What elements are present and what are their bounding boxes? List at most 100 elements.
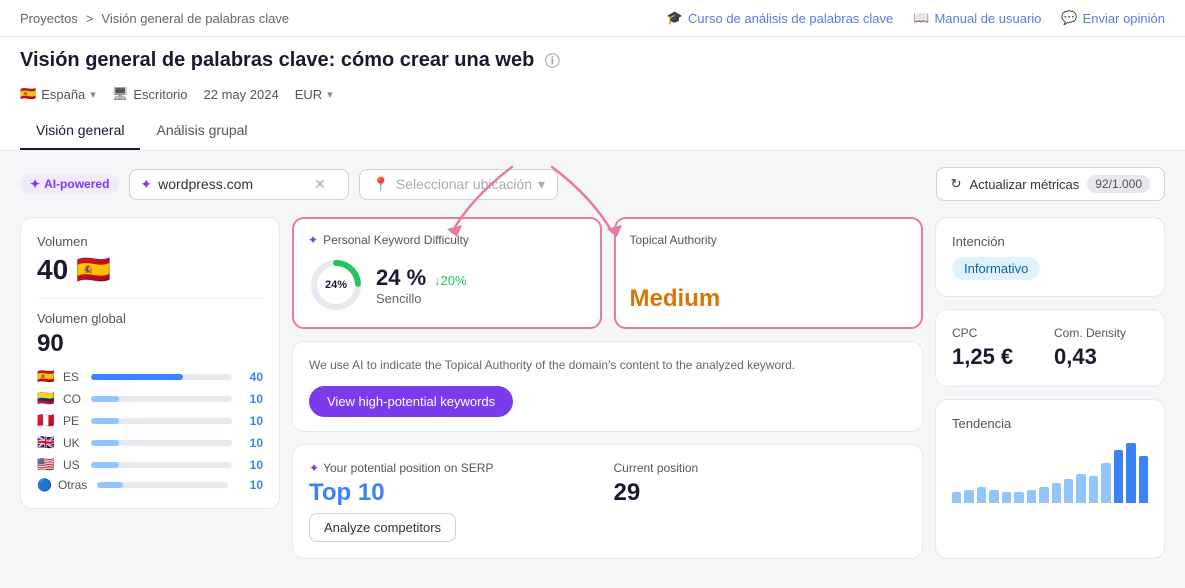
- meta-row: 🇪🇸 España ▾ 🖥 Escritorio 22 may 2024 EUR…: [20, 80, 1165, 108]
- donut-chart: 24%: [308, 257, 364, 313]
- serp-potential-label: ✦ Your potential position on SERP: [309, 461, 602, 475]
- trend-bar-14: [1126, 443, 1135, 503]
- volume-value: 40 🇪🇸: [37, 253, 263, 286]
- global-volume-label: Volumen global: [37, 311, 263, 326]
- right-column: Intención Informativo CPC 1,25 € Com. De…: [935, 217, 1165, 559]
- trend-bar-1: [964, 490, 973, 503]
- breadcrumb-sep: >: [86, 11, 94, 26]
- trend-bar-12: [1101, 463, 1110, 503]
- serp-potential-value: Top 10: [309, 479, 602, 507]
- bar-fill-pe: [91, 418, 119, 424]
- message-icon: 💬: [1061, 10, 1077, 26]
- trend-bar-8: [1052, 483, 1061, 503]
- tabs-row: Visión general Análisis grupal: [20, 112, 1165, 150]
- breadcrumb: Proyectos > Visión general de palabras c…: [20, 11, 289, 26]
- pkd-card: ✦ Personal Keyword Difficulty 24%: [292, 217, 602, 329]
- pkd-label: ✦ Personal Keyword Difficulty: [308, 233, 586, 247]
- page-title: Visión general de palabras clave: cómo c…: [20, 49, 1165, 72]
- bar-track-pe: [91, 418, 232, 424]
- main-content: ✦ AI-powered ✦ ✕ 📍 Seleccionar ubicación…: [0, 151, 1185, 575]
- info-icon[interactable]: ⓘ: [545, 53, 560, 70]
- info-text: We use AI to indicate the Topical Author…: [309, 356, 906, 374]
- country-row-pe: 🇵🇪 PE 10: [37, 412, 263, 429]
- cpc-value: 1,25 €: [952, 344, 1046, 370]
- density-label: Com. Density: [1054, 326, 1148, 340]
- spain-flag-2: 🇪🇸: [76, 253, 111, 286]
- chevron-down-icon: ▾: [90, 88, 96, 101]
- global-volume-value: 90: [37, 330, 263, 358]
- country-row-us: 🇺🇸 US 10: [37, 456, 263, 473]
- spark-icon-pkd: ✦: [308, 233, 318, 247]
- analyze-competitors-button[interactable]: Analyze competitors: [309, 513, 456, 542]
- country-row-co: 🇨🇴 CO 10: [37, 390, 263, 407]
- plus-icon: ✦: [140, 176, 152, 193]
- intent-card: Intención Informativo: [935, 217, 1165, 297]
- metrics-row: ✦ Personal Keyword Difficulty 24%: [292, 217, 923, 329]
- trend-bar-6: [1027, 490, 1036, 503]
- trend-bar-4: [1002, 492, 1011, 503]
- trend-bar-5: [1014, 492, 1023, 503]
- currency-selector[interactable]: EUR ▾: [295, 87, 333, 102]
- location-icon: 📍: [372, 176, 389, 193]
- refresh-icon: ↻: [951, 176, 962, 192]
- update-metrics-button[interactable]: ↻ Actualizar métricas 92/1.000: [936, 167, 1165, 201]
- tab-analisis-grupal[interactable]: Análisis grupal: [140, 112, 263, 150]
- location-selector[interactable]: 📍 Seleccionar ubicación ▾: [359, 169, 558, 200]
- monitor-icon: 🖥: [112, 86, 129, 102]
- high-potential-button[interactable]: View high-potential keywords: [309, 386, 513, 417]
- serp-potential: ✦ Your potential position on SERP Top 10…: [309, 461, 602, 542]
- graduation-icon: 🎓: [667, 10, 683, 26]
- manual-link[interactable]: 📖 Manual de usuario: [913, 10, 1041, 26]
- tab-vision-general[interactable]: Visión general: [20, 112, 140, 150]
- bar-fill-co: [91, 396, 119, 402]
- curso-link[interactable]: 🎓 Curso de análisis de palabras clave: [667, 10, 893, 26]
- serp-current-label: Current position: [614, 461, 907, 475]
- volume-label: Volumen: [37, 234, 263, 249]
- cpc-section: CPC 1,25 €: [952, 326, 1046, 370]
- date-display: 22 may 2024: [204, 87, 279, 102]
- otras-bar-fill: [97, 482, 123, 488]
- trend-bar-3: [989, 490, 998, 503]
- topical-authority-card: Topical Authority Medium: [614, 217, 924, 329]
- chevron-down-icon-2: ▾: [327, 88, 333, 101]
- top-nav: Proyectos > Visión general de palabras c…: [0, 0, 1185, 37]
- pkd-drop: ↓20%: [434, 273, 467, 288]
- bar-track-co: [91, 396, 232, 402]
- middle-column: ✦ Personal Keyword Difficulty 24%: [292, 217, 923, 559]
- serp-current: Current position 29: [614, 461, 907, 542]
- serp-grid: ✦ Your potential position on SERP Top 10…: [309, 461, 906, 542]
- otras-row: 🔵 Otras 10: [37, 478, 263, 492]
- book-icon: 📖: [913, 10, 929, 26]
- ai-badge: ✦ AI-powered: [20, 174, 119, 194]
- breadcrumb-projects[interactable]: Proyectos: [20, 11, 78, 26]
- domain-input-wrap[interactable]: ✦ ✕: [129, 169, 349, 200]
- domain-input[interactable]: [158, 176, 308, 192]
- intent-badge: Informativo: [952, 257, 1040, 280]
- pkd-level: Sencillo: [376, 291, 467, 306]
- ta-value: Medium: [630, 285, 908, 313]
- metrics-section: ✦ Personal Keyword Difficulty 24%: [292, 217, 923, 329]
- device-selector[interactable]: 🖥 Escritorio: [112, 86, 188, 102]
- country-selector[interactable]: 🇪🇸 España ▾: [20, 86, 96, 102]
- clear-icon[interactable]: ✕: [314, 176, 326, 193]
- flag-us: 🇺🇸: [37, 456, 57, 473]
- flag-es: 🇪🇸: [37, 368, 57, 385]
- top-links: 🎓 Curso de análisis de palabras clave 📖 …: [667, 10, 1165, 26]
- chevron-down-icon-3: ▾: [538, 176, 545, 193]
- density-section: Com. Density 0,43: [1054, 326, 1148, 370]
- bar-fill-us: [91, 462, 119, 468]
- bar-fill-uk: [91, 440, 119, 446]
- flag-uk: 🇬🇧: [37, 434, 57, 451]
- country-row-uk: 🇬🇧 UK 10: [37, 434, 263, 451]
- bar-fill-es: [91, 374, 183, 380]
- trend-bar-11: [1089, 476, 1098, 503]
- trend-bar-15: [1139, 456, 1148, 503]
- trend-bars: [952, 443, 1148, 503]
- opinion-link[interactable]: 💬 Enviar opinión: [1061, 10, 1165, 26]
- otras-bar-track: [97, 482, 228, 488]
- country-list: 🇪🇸 ES 40 🇨🇴 CO 10: [37, 368, 263, 473]
- spark-icon-serp: ✦: [309, 461, 319, 475]
- trend-bar-2: [977, 487, 986, 503]
- cpc-label: CPC: [952, 326, 1046, 340]
- left-column: Volumen 40 🇪🇸 Volumen global 90 🇪🇸 ES: [20, 217, 280, 559]
